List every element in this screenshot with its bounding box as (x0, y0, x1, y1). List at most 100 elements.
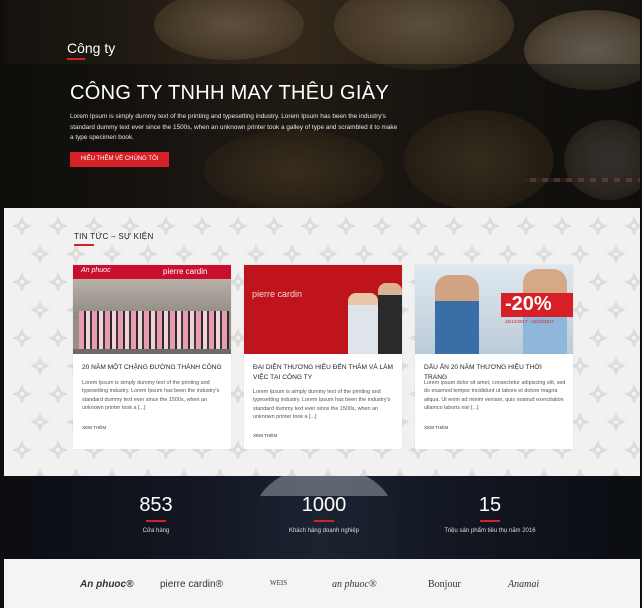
person-right (378, 283, 402, 354)
news-card-excerpt: Lorem Ipsum is simply dummy text of the … (253, 389, 391, 421)
pattern-flower (48, 272, 68, 292)
pattern-flower (534, 468, 554, 476)
news-title-underline (74, 244, 94, 246)
pattern-flower (48, 440, 68, 460)
person-left (348, 293, 378, 354)
pattern-flower (588, 272, 608, 292)
learn-more-button[interactable]: HIỂU THÊM VỀ CHÚNG TÔI (70, 152, 169, 167)
pattern-flower (516, 216, 536, 236)
promo-dates: 15/12/2017 - 16/12/2017 (505, 319, 555, 324)
pattern-flower (606, 412, 626, 432)
pattern-flower (462, 244, 482, 264)
pattern-flower (264, 216, 284, 236)
pattern-flower (606, 244, 626, 264)
discount-text: -20% (505, 293, 552, 315)
stat-value: 853 (139, 494, 173, 516)
pattern-flower (246, 244, 266, 264)
read-more-link[interactable]: XEM THÊM (82, 425, 106, 430)
brand-logo-text: An phuoc (81, 267, 111, 274)
news-card-image[interactable]: pierre cardin (244, 265, 402, 354)
pattern-flower (102, 244, 122, 264)
pattern-flower (498, 244, 518, 264)
pattern-flower (210, 244, 230, 264)
pattern-flower (12, 384, 32, 404)
pattern-flower (570, 244, 590, 264)
news-card-title[interactable]: 20 NĂM MỘT CHẶNG ĐƯỜNG THÀNH CÔNG (82, 363, 224, 373)
pattern-flower (588, 216, 608, 236)
page-label: Công ty (67, 40, 116, 56)
stat-item: 853 Cửa hàng (86, 494, 226, 534)
pattern-flower (588, 440, 608, 460)
pattern-flower (390, 468, 410, 476)
news-card[interactable]: pierre cardin ĐẠI DIỆN THƯƠNG HIỆU ĐẾN T… (244, 265, 402, 449)
pattern-flower (138, 244, 158, 264)
pattern-flower (570, 412, 590, 432)
brand-logo[interactable]: An phuoc® (80, 579, 133, 590)
pattern-flower (390, 244, 410, 264)
pattern-flower (282, 244, 302, 264)
pattern-flower (300, 216, 320, 236)
stats-section: 853 Cửa hàng 1000 Khách hàng doanh nghiệ… (4, 476, 640, 559)
pattern-flower (30, 356, 50, 376)
brand-logo-text: pierre cardin (163, 267, 208, 276)
pattern-flower (174, 468, 194, 476)
pattern-flower (228, 216, 248, 236)
pattern-flower (462, 468, 482, 476)
news-card-image[interactable]: -20% 15/12/2017 - 16/12/2017 (415, 265, 573, 354)
read-more-link[interactable]: XEM THÊM (253, 433, 277, 438)
stat-underline (314, 520, 334, 522)
hero-description: Lorem Ipsum is simply dummy text of the … (70, 113, 398, 142)
stat-value: 15 (478, 494, 502, 516)
pattern-flower (624, 272, 640, 292)
pattern-flower (282, 468, 302, 476)
pattern-flower (192, 216, 212, 236)
pattern-flower (552, 216, 572, 236)
pattern-flower (624, 384, 640, 404)
pattern-flower (444, 216, 464, 236)
news-card-excerpt: Lorem ipsum dolor sit amet, consectetur … (424, 380, 566, 412)
pattern-flower (624, 440, 640, 460)
pattern-flower (156, 216, 176, 236)
stat-label: Cửa hàng (142, 528, 170, 534)
stat-item: 15 Triệu sản phẩm tiêu thụ năm 2016 (420, 494, 560, 534)
pattern-flower (480, 216, 500, 236)
brand-logo[interactable]: Bonjour (428, 579, 461, 590)
hero-title: CÔNG TY TNHH MAY THÊU GIÀY (70, 82, 389, 104)
pattern-flower (30, 300, 50, 320)
pattern-flower (30, 468, 50, 476)
pattern-flower (318, 244, 338, 264)
news-card[interactable]: An phuoc pierre cardin 20 NĂM MỘT CHẶNG … (73, 265, 231, 449)
pattern-flower (408, 216, 428, 236)
pattern-flower (246, 468, 266, 476)
news-card-excerpt: Lorem Ipsum is simply dummy text of the … (82, 380, 220, 412)
pattern-flower (570, 300, 590, 320)
brand-logo[interactable]: an phuoc® (332, 579, 377, 590)
pattern-flower (534, 244, 554, 264)
brand-logo[interactable]: Anamai (508, 579, 539, 590)
read-more-link[interactable]: XEM THÊM (424, 425, 448, 430)
brand-logo[interactable]: WEIS (270, 579, 287, 587)
pattern-flower (606, 468, 626, 476)
pattern-flower (48, 216, 68, 236)
pattern-flower (102, 468, 122, 476)
pattern-flower (174, 244, 194, 264)
pattern-flower (48, 328, 68, 348)
pattern-flower (354, 244, 374, 264)
news-card-image[interactable]: An phuoc pierre cardin (73, 265, 231, 354)
hero-banner: Công ty CÔNG TY TNHH MAY THÊU GIÀY Lorem… (4, 0, 640, 208)
stat-underline (146, 520, 166, 522)
pattern-flower (354, 468, 374, 476)
brand-logo[interactable]: pierre cardin® (160, 579, 223, 590)
pattern-flower (66, 244, 86, 264)
pattern-flower (498, 468, 518, 476)
staff-group (79, 311, 229, 351)
pattern-flower (48, 384, 68, 404)
stat-label: Triệu sản phẩm tiêu thụ năm 2016 (444, 528, 536, 534)
news-card-title[interactable]: ĐẠI DIỆN THƯƠNG HIỆU ĐẾN THĂM VÀ LÀM VIỆ… (253, 363, 395, 382)
pattern-flower (336, 216, 356, 236)
pattern-flower (588, 384, 608, 404)
pattern-flower (12, 272, 32, 292)
news-section: TIN TỨC – SỰ KIỆN An phuoc pierre cardin… (4, 208, 640, 476)
news-card[interactable]: -20% 15/12/2017 - 16/12/2017 DẤU ẤN 20 N… (415, 265, 573, 449)
pattern-flower (606, 356, 626, 376)
